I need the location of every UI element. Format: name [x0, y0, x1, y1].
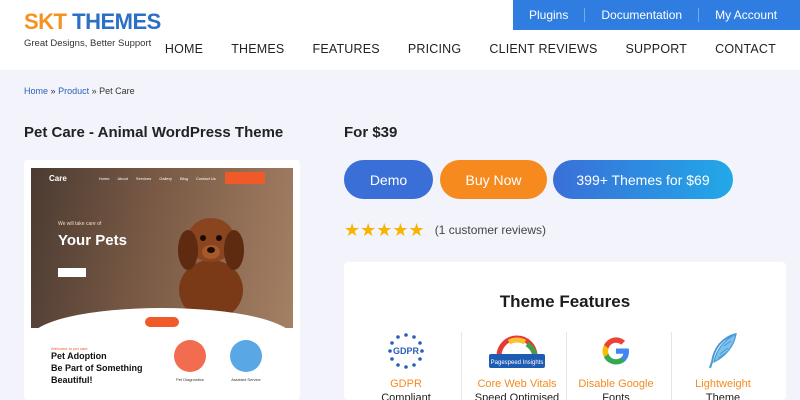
- feature-label: Core Web Vitals: [477, 378, 557, 390]
- svg-text:Pagespeed Insights: Pagespeed Insights: [491, 360, 544, 366]
- features-heading: Theme Features: [499, 292, 631, 311]
- preview-nav-link: About: [117, 175, 128, 181]
- preview-cta-button: [225, 172, 265, 184]
- preview-diagnostics-icon: [174, 340, 206, 372]
- svg-text:GDPR: GDPR: [393, 346, 420, 356]
- theme-features-panel: Theme Features GDPR GDPR Compliant Pages…: [344, 262, 786, 400]
- preview-hero-title: Your Pets: [58, 232, 127, 249]
- demo-button[interactable]: Demo: [344, 160, 433, 199]
- preview-nav-link: Contact Us: [195, 175, 216, 181]
- main-navigation: HOME THEMES FEATURES PRICING CLIENT REVI…: [137, 42, 776, 56]
- google-icon: [602, 337, 629, 365]
- breadcrumb-separator: »: [50, 86, 56, 96]
- customer-reviews-link[interactable]: (1 customer reviews): [435, 223, 546, 237]
- nav-themes[interactable]: THEMES: [231, 42, 284, 56]
- topbar-documentation-link[interactable]: Documentation: [585, 8, 700, 22]
- buy-now-button[interactable]: Buy Now: [440, 160, 547, 199]
- product-price: For $39: [344, 124, 398, 141]
- preview-hero-button: [58, 268, 86, 277]
- feature-sub: Speed Optimised: [474, 392, 560, 400]
- preview-nav-link: Services: [135, 175, 152, 181]
- preview-nav-link: Home: [98, 175, 110, 181]
- topbar-plugins-link[interactable]: Plugins: [513, 8, 586, 22]
- feature-sub: Compliant: [381, 392, 431, 400]
- preview-logo: Care: [49, 173, 67, 183]
- logo-skt-text: SKT: [24, 9, 67, 34]
- preview-nav-link: Blog: [179, 175, 188, 181]
- product-rating: ★★★★★ (1 customer reviews): [344, 221, 546, 239]
- logo-themes-text: THEMES: [72, 9, 161, 34]
- feature-lightweight: Lightweight Theme: [668, 332, 778, 400]
- gdpr-icon: GDPR: [388, 333, 424, 369]
- feature-gdpr: GDPR GDPR Compliant: [351, 332, 461, 400]
- feature-sub: Fonts: [602, 392, 630, 400]
- page-title: Pet Care - Animal WordPress Theme: [24, 124, 284, 141]
- breadcrumb: Home » Product » Pet Care: [24, 86, 135, 96]
- nav-support[interactable]: SUPPORT: [626, 42, 688, 56]
- top-utility-bar: Plugins Documentation My Account: [513, 0, 800, 30]
- star-rating-icon: ★★★★★: [344, 220, 425, 240]
- topbar-my-account-link[interactable]: My Account: [699, 8, 793, 22]
- preview-adopt-heading: Pet Adoption Be Part of Something Beauti…: [51, 350, 143, 386]
- preview-adopt-line: Be Part of Something: [51, 363, 143, 373]
- nav-features[interactable]: FEATURES: [312, 42, 379, 56]
- nav-pricing[interactable]: PRICING: [408, 42, 462, 56]
- breadcrumb-current: Pet Care: [99, 86, 135, 96]
- pagespeed-icon: Pagespeed Insights: [489, 335, 545, 368]
- preview-caption: Assisted Service: [231, 377, 261, 382]
- preview-caption: Pet Diagnostics: [176, 377, 204, 382]
- feature-label: Lightweight: [695, 378, 751, 390]
- breadcrumb-separator: »: [91, 86, 97, 96]
- preview-adopt-line: Pet Adoption: [51, 351, 107, 361]
- dog-illustration: [178, 218, 244, 320]
- preview-hero-small: We will take care of: [58, 221, 102, 227]
- feature-sub: Theme: [705, 392, 741, 400]
- site-header: SKT THEMES Great Designs, Better Support…: [0, 0, 800, 70]
- preview-service-icon: [230, 340, 262, 372]
- nav-home[interactable]: HOME: [165, 42, 203, 56]
- feather-icon: [709, 332, 737, 369]
- preview-orange-button: [145, 317, 179, 327]
- preview-nav-link: Gallery: [159, 175, 172, 181]
- breadcrumb-product[interactable]: Product: [58, 86, 89, 96]
- theme-preview-image[interactable]: Care Home About Services Gallery Blog Co…: [24, 160, 300, 400]
- nav-contact[interactable]: CONTACT: [715, 42, 776, 56]
- feature-core-web-vitals: Pagespeed Insights Core Web Vitals Speed…: [462, 332, 572, 400]
- nav-client-reviews[interactable]: CLIENT REVIEWS: [489, 42, 597, 56]
- preview-adopt-line: Beautiful!: [51, 375, 93, 385]
- all-themes-bundle-button[interactable]: 399+ Themes for $69: [553, 160, 733, 199]
- feature-disable-google-fonts: Disable Google Fonts: [561, 332, 671, 400]
- feature-label: Disable Google: [578, 378, 654, 390]
- preview-hero: Care Home About Services Gallery Blog Co…: [31, 168, 293, 328]
- feature-label: GDPR: [390, 378, 422, 390]
- breadcrumb-home[interactable]: Home: [24, 86, 48, 96]
